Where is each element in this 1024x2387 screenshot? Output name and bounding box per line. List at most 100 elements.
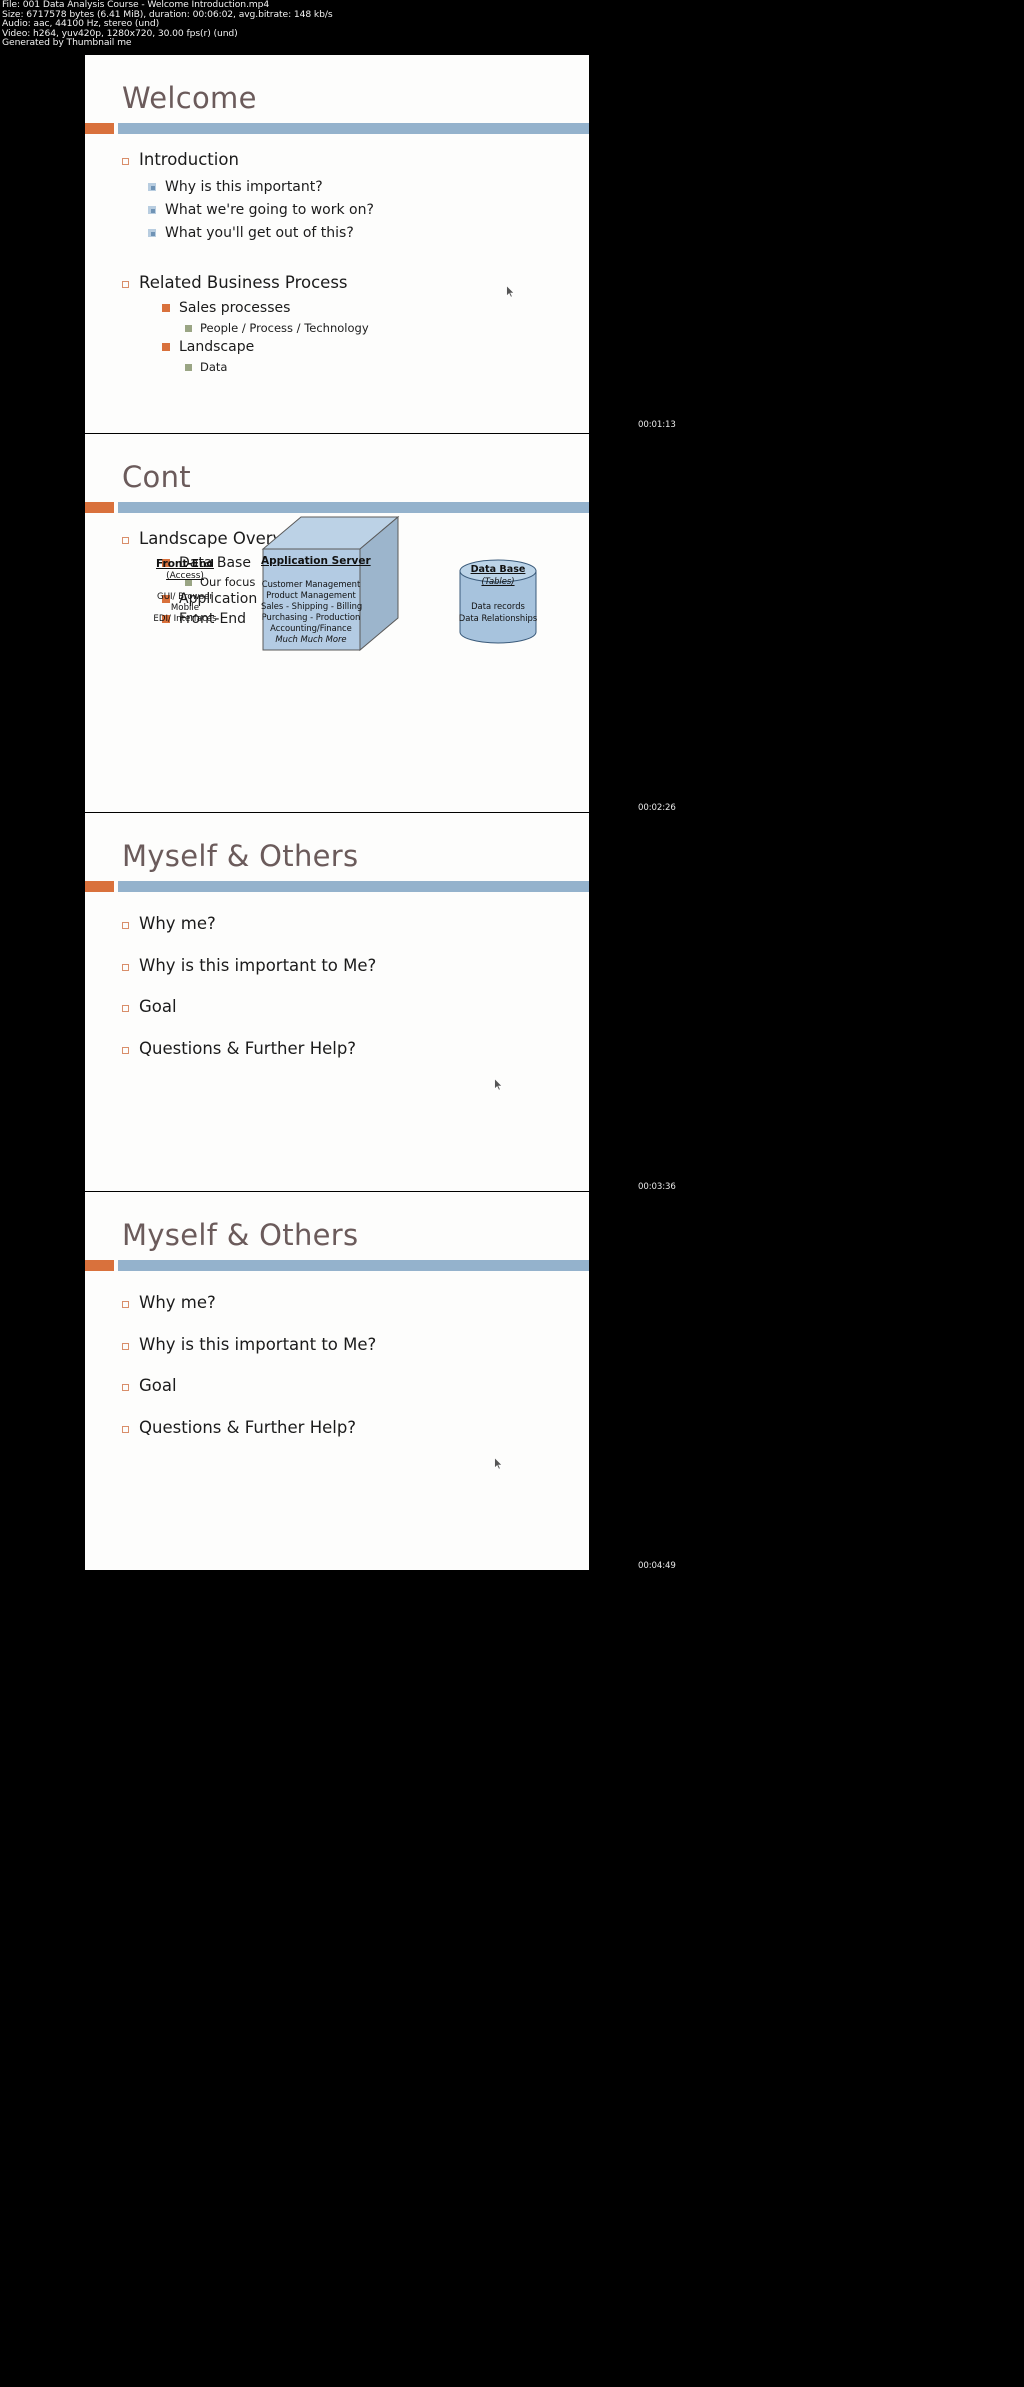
slide-title: Myself & Others [122,1218,359,1252]
slide-title: Cont [122,460,191,494]
slide-accent-band [85,881,589,892]
landscape-diagram: Front-End (Access) GUI/ Browser Mobile E… [85,513,589,812]
diagram-database-subtitle: (Tables) [481,576,515,586]
accent-band-orange [85,881,114,892]
bullet-marker-orange-hollow-square [122,158,129,165]
accent-band-orange [85,1260,114,1271]
bullet-text: Why is this important? [165,179,323,195]
bullet-text: Goal [139,1376,177,1395]
bullet-text: What you'll get out of this? [165,225,354,241]
bullet-text: Questions & Further Help? [139,1418,357,1437]
diagram-app-server-item: Product Management [266,590,356,600]
bullet-marker-blue-square [148,183,156,191]
diagram-app-server-item: Purchasing - Production [261,612,361,622]
slide-thumbnail-2[interactable]: Cont Landscape Overview Data Base Our fo… [85,434,589,812]
bullet-text: Related Business Process [139,273,348,292]
bullet-marker-orange-hollow-square [122,964,129,971]
bullet-level1: Why me? [122,1293,216,1312]
diagram-database-item: Data Relationships [458,613,538,623]
bullet-level2: Landscape [162,339,254,355]
bullet-text: Why me? [139,914,216,933]
bullet-marker-orange-hollow-square [122,1005,129,1012]
bullet-text: Introduction [139,150,239,169]
diagram-front-end-title: Front-End [156,558,214,570]
bullet-text: Questions & Further Help? [139,1039,357,1058]
bullet-marker-orange-hollow-square [122,1343,129,1350]
mouse-cursor-icon [506,285,515,298]
diagram-app-server-item: Customer Management [261,579,361,589]
bullet-level2: Why is this important? [148,179,323,195]
bullet-text: Why me? [139,1293,216,1312]
diagram-database-item: Data records [471,601,525,611]
bullet-level1: Questions & Further Help? [122,1418,356,1437]
diagram-app-server-item: Sales - Shipping - Billing [261,601,363,611]
accent-band-orange [85,502,114,513]
bullet-level2: What you'll get out of this? [148,225,354,241]
slide-thumbnail-4[interactable]: Myself & Others Why me? Why is this impo… [85,1192,589,1570]
bullet-text: Why is this important to Me? [139,1335,377,1354]
bullet-marker-green-square [185,364,192,371]
bullet-text: Data [200,360,228,374]
slide-title: Myself & Others [122,839,359,873]
timestamp-1: 00:01:13 [638,420,676,430]
bullet-text: Sales processes [179,300,291,316]
bullet-marker-orange-hollow-square [122,1384,129,1391]
bullet-marker-orange-hollow-square [122,1426,129,1433]
bullet-level3: People / Process / Technology [185,321,369,335]
slide-body: Why me? Why is this important to Me? Goa… [85,892,589,1191]
accent-band-blue [118,881,589,892]
bullet-text: Landscape [179,339,255,355]
bullet-level1: Why is this important to Me? [122,956,376,975]
bullet-level2: What we're going to work on? [148,202,374,218]
thumbnail-contact-sheet: File: 001 Data Analysis Course - Welcome… [0,0,1024,2387]
bullet-level1: Goal [122,1376,177,1395]
slide-accent-band [85,1260,589,1271]
bullet-level1: Questions & Further Help? [122,1039,356,1058]
diagram-front-end-item: EDI/ Interfaces [153,614,217,624]
diagram-front-end-subtitle: (Access) [166,571,204,581]
bullet-marker-blue-square [148,229,156,237]
slide-thumbnail-3[interactable]: Myself & Others Why me? Why is this impo… [85,813,589,1191]
bullet-marker-orange-square [162,304,170,312]
bullet-marker-blue-square [148,206,156,214]
accent-band-blue [118,123,589,134]
accent-band-orange [85,123,114,134]
bullet-marker-orange-hollow-square [122,281,129,288]
bullet-level3: Data [185,360,227,374]
bullet-text: Goal [139,997,177,1016]
bullet-level1: Related Business Process [122,273,348,292]
diagram-app-server-title: Application Server [261,555,371,567]
bullet-text: People / Process / Technology [200,321,369,335]
bullet-level2: Sales processes [162,300,290,316]
diagram-app-server-item: Much Much More [275,634,347,644]
video-metadata-header: File: 001 Data Analysis Course - Welcome… [2,0,333,48]
bullet-text: What we're going to work on? [165,202,374,218]
slide-body: Introduction Why is this important? What… [85,134,589,433]
bullet-level1: Introduction [122,150,239,169]
bullet-marker-orange-hollow-square [122,1301,129,1308]
mouse-cursor-icon [494,1457,503,1470]
bullet-level1: Goal [122,997,177,1016]
accent-band-blue [118,502,589,513]
metadata-line-generator: Generated by Thumbnail me [2,37,132,49]
accent-band-blue [118,1260,589,1271]
bullet-level1: Why is this important to Me? [122,1335,376,1354]
bullet-marker-green-square [185,325,192,332]
diagram-front-end-item: GUI/ Browser [157,592,213,602]
diagram-front-end-item: Mobile [170,603,200,613]
slide-accent-band [85,502,589,513]
timestamp-2: 00:02:26 [638,803,676,813]
diagram-app-server-item: Accounting/Finance [270,623,352,633]
diagram-database-title: Data Base [470,564,526,575]
timestamp-3: 00:03:36 [638,1182,676,1192]
slide-body: Why me? Why is this important to Me? Goa… [85,1271,589,1570]
bullet-level1: Why me? [122,914,216,933]
slide-title: Welcome [122,81,257,115]
timestamp-4: 00:04:49 [638,1561,676,1571]
slide-thumbnail-1[interactable]: Welcome Introduction Why is this importa… [85,55,589,433]
bullet-marker-orange-square [162,343,170,351]
slide-body: Landscape Overview Data Base Our focus A… [85,513,589,812]
mouse-cursor-icon [494,1078,503,1091]
bullet-text: Why is this important to Me? [139,956,377,975]
bullet-marker-orange-hollow-square [122,922,129,929]
